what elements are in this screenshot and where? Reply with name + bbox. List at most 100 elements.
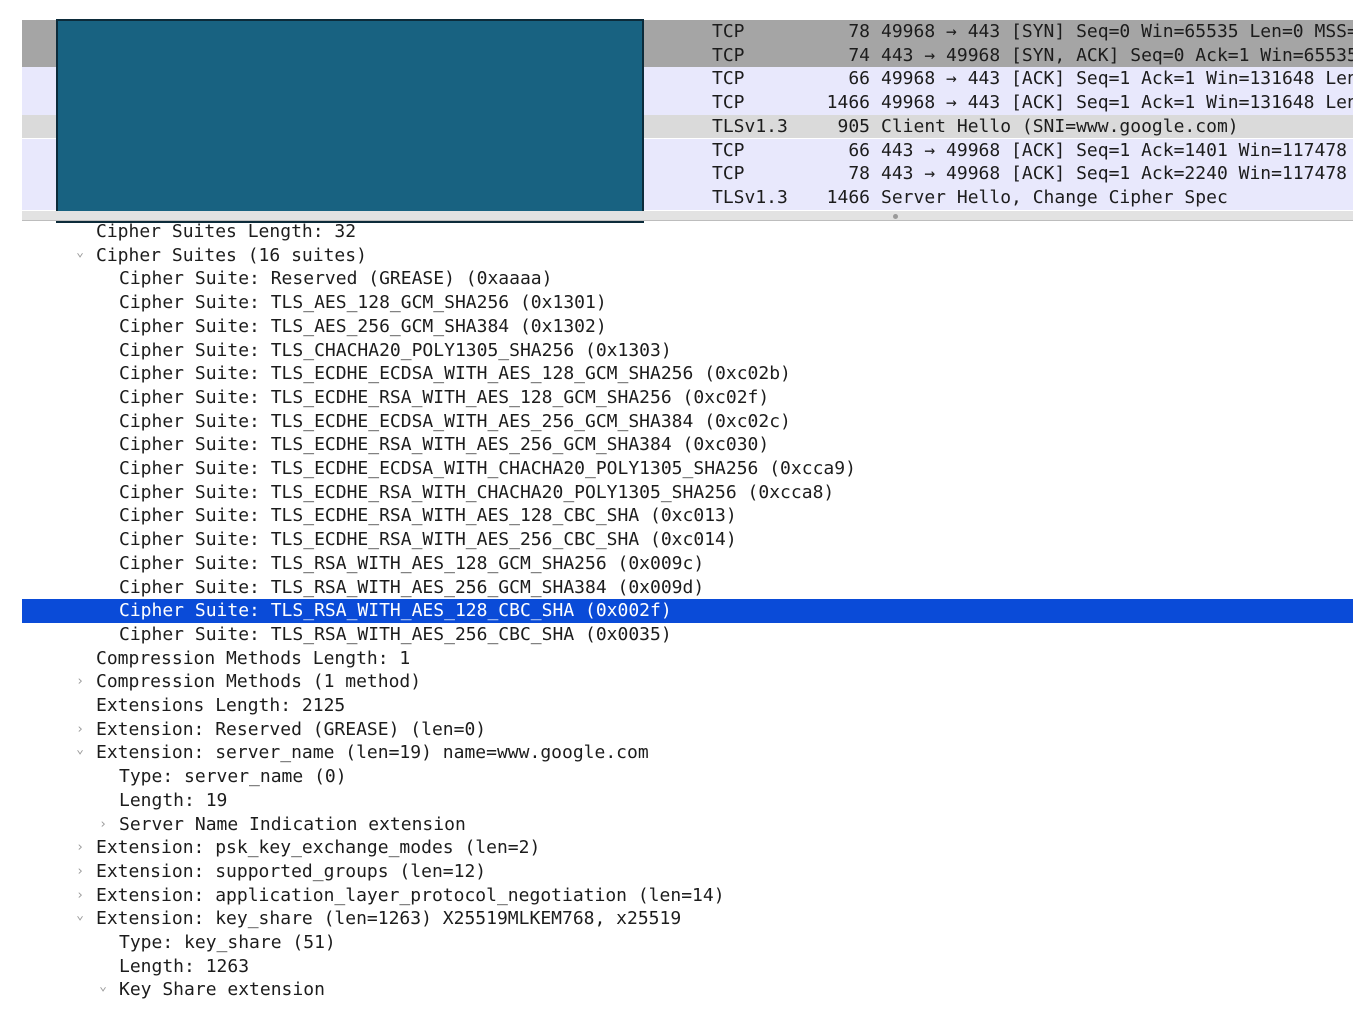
tree-row-label: Cipher Suite: TLS_ECDHE_ECDSA_WITH_CHACH… bbox=[119, 458, 856, 479]
packet-protocol: TLSv1.3 bbox=[712, 115, 788, 137]
tree-row[interactable]: Cipher Suite: TLS_ECDHE_RSA_WITH_AES_256… bbox=[22, 528, 1353, 552]
tree-row-label: Cipher Suite: TLS_ECDHE_RSA_WITH_AES_128… bbox=[119, 386, 770, 408]
tree-row-selected[interactable]: Cipher Suite: TLS_RSA_WITH_AES_128_CBC_S… bbox=[22, 599, 1353, 623]
tree-row[interactable]: Cipher Suite: TLS_ECDHE_ECDSA_WITH_AES_1… bbox=[22, 362, 1353, 386]
packet-info: 49968 → 443 [ACK] Seq=1 Ack=1 Win=131648… bbox=[881, 68, 1353, 90]
tree-row-label: Cipher Suites Length: 32 bbox=[96, 221, 357, 242]
tree-row[interactable]: Type: server_name (0) bbox=[22, 765, 1353, 789]
tree-row-label: Cipher Suite: TLS_RSA_WITH_AES_128_GCM_S… bbox=[119, 552, 705, 574]
chevron-down-icon[interactable]: ⌄ bbox=[73, 241, 87, 265]
packet-protocol: TCP bbox=[712, 68, 745, 90]
tree-row-label: Extension: Reserved (GREASE) (len=0) bbox=[96, 718, 487, 740]
chevron-down-icon[interactable]: ⌄ bbox=[73, 904, 87, 928]
tree-row-label: Cipher Suite: TLS_ECDHE_RSA_WITH_CHACHA2… bbox=[119, 481, 835, 503]
tree-row[interactable]: Cipher Suite: TLS_ECDHE_ECDSA_WITH_CHACH… bbox=[22, 457, 1353, 481]
packet-length: 66 bbox=[848, 139, 870, 161]
tree-row[interactable]: Type: key_share (51) bbox=[22, 931, 1353, 955]
packet-length: 1466 bbox=[826, 186, 870, 208]
tree-row-label: Key Share extension bbox=[119, 979, 325, 1001]
tree-row[interactable]: Cipher Suite: TLS_CHACHA20_POLY1305_SHA2… bbox=[22, 339, 1353, 363]
tree-row[interactable]: Cipher Suite: TLS_RSA_WITH_AES_256_CBC_S… bbox=[22, 623, 1353, 647]
tree-row-label: Cipher Suite: TLS_ECDHE_ECDSA_WITH_AES_2… bbox=[119, 410, 791, 432]
packet-info: 443 → 49968 [SYN, ACK] Seq=0 Ack=1 Win=6… bbox=[881, 44, 1353, 66]
packet-protocol: TLSv1.3 bbox=[712, 186, 788, 208]
tree-row-label: Extension: supported_groups (len=12) bbox=[96, 860, 487, 882]
tree-row-label: Length: 1263 bbox=[119, 955, 250, 977]
packet-protocol: TCP bbox=[712, 139, 745, 161]
tree-row-label: Extension: application_layer_protocol_ne… bbox=[96, 884, 725, 906]
packet-info: Client Hello (SNI=www.google.com) bbox=[881, 115, 1239, 137]
packet-length: 78 bbox=[848, 21, 870, 42]
tree-row[interactable]: Cipher Suite: TLS_RSA_WITH_AES_256_GCM_S… bbox=[22, 576, 1353, 600]
tree-row-label: Cipher Suite: TLS_AES_256_GCM_SHA384 (0x… bbox=[119, 315, 607, 337]
tree-row[interactable]: Cipher Suite: TLS_AES_128_GCM_SHA256 (0x… bbox=[22, 291, 1353, 315]
tree-row-label: Server Name Indication extension bbox=[119, 813, 466, 835]
packet-length: 905 bbox=[837, 115, 870, 137]
redacted-region bbox=[56, 19, 644, 223]
tree-row[interactable]: Length: 1263 bbox=[22, 955, 1353, 979]
tree-row[interactable]: Cipher Suites Length: 32 bbox=[22, 220, 1353, 244]
packet-details-pane[interactable]: Cipher Suites Length: 32 ⌄ Cipher Suites (… bbox=[22, 220, 1353, 1017]
tree-row-label: Extension: key_share (len=1263) X25519ML… bbox=[96, 908, 682, 930]
tree-row-label: Type: server_name (0) bbox=[119, 766, 347, 788]
tree-row[interactable]: Cipher Suite: TLS_AES_256_GCM_SHA384 (0x… bbox=[22, 315, 1353, 339]
tree-row[interactable]: Extensions Length: 2125 bbox=[22, 694, 1353, 718]
tree-row-label: Length: 19 bbox=[119, 789, 228, 811]
tree-row[interactable]: › Compression Methods (1 method) bbox=[22, 670, 1353, 694]
tree-row-label: Compression Methods Length: 1 bbox=[96, 647, 411, 669]
tree-row[interactable]: Cipher Suite: TLS_ECDHE_ECDSA_WITH_AES_2… bbox=[22, 410, 1353, 434]
tree-row-label: Cipher Suite: TLS_RSA_WITH_AES_256_CBC_S… bbox=[119, 623, 672, 645]
tree-row[interactable]: › Extension: Reserved (GREASE) (len=0) bbox=[22, 718, 1353, 742]
tree-row-label: Extension: psk_key_exchange_modes (len=2… bbox=[96, 837, 541, 859]
chevron-right-icon[interactable]: › bbox=[96, 813, 110, 837]
tree-row-label: Cipher Suite: TLS_ECDHE_ECDSA_WITH_AES_1… bbox=[119, 363, 791, 385]
tree-row-label: Compression Methods (1 method) bbox=[96, 671, 422, 693]
tree-row[interactable]: Cipher Suite: Reserved (GREASE) (0xaaaa) bbox=[22, 267, 1353, 291]
chevron-right-icon[interactable]: › bbox=[73, 860, 87, 884]
tree-row-label: Cipher Suite: TLS_RSA_WITH_AES_256_GCM_S… bbox=[119, 576, 705, 598]
packet-info: 443 → 49968 [ACK] Seq=1 Ack=1401 Win=117… bbox=[881, 139, 1347, 161]
packet-info: 443 → 49968 [ACK] Seq=1 Ack=2240 Win=117… bbox=[881, 163, 1347, 185]
tree-row-label: Cipher Suite: TLS_AES_128_GCM_SHA256 (0x… bbox=[119, 292, 607, 314]
packet-protocol: TCP bbox=[712, 163, 745, 185]
tree-row[interactable]: Cipher Suite: TLS_ECDHE_RSA_WITH_AES_128… bbox=[22, 386, 1353, 410]
tree-row[interactable]: › Extension: supported_groups (len=12) bbox=[22, 860, 1353, 884]
tree-row[interactable]: Cipher Suite: TLS_RSA_WITH_AES_128_GCM_S… bbox=[22, 552, 1353, 576]
tree-row[interactable]: Compression Methods Length: 1 bbox=[22, 647, 1353, 671]
packet-info: 49968 → 443 [ACK] Seq=1 Ack=1 Win=131648… bbox=[881, 92, 1353, 114]
tree-row[interactable]: Cipher Suite: TLS_ECDHE_RSA_WITH_AES_128… bbox=[22, 504, 1353, 528]
tree-row[interactable]: Length: 19 bbox=[22, 789, 1353, 813]
tree-row[interactable]: ⌄ Key Share extension bbox=[22, 978, 1353, 1002]
chevron-down-icon[interactable]: ⌄ bbox=[73, 738, 87, 762]
tree-row-label: Cipher Suite: TLS_ECDHE_RSA_WITH_AES_256… bbox=[119, 529, 737, 551]
packet-info: Server Hello, Change Cipher Spec bbox=[881, 186, 1228, 208]
packet-protocol: TCP bbox=[712, 21, 745, 42]
tree-row[interactable]: › Extension: application_layer_protocol_n… bbox=[22, 884, 1353, 908]
tree-row-label: Type: key_share (51) bbox=[119, 932, 336, 953]
packet-length: 74 bbox=[848, 44, 870, 66]
tree-row-label: Cipher Suite: TLS_ECDHE_RSA_WITH_AES_256… bbox=[119, 434, 770, 456]
chevron-right-icon[interactable]: › bbox=[73, 836, 87, 860]
tree-row-label: Cipher Suite: Reserved (GREASE) (0xaaaa) bbox=[119, 268, 553, 290]
tree-row[interactable]: Cipher Suite: TLS_ECDHE_RSA_WITH_CHACHA2… bbox=[22, 481, 1353, 505]
tree-row-label: Cipher Suite: TLS_ECDHE_RSA_WITH_AES_128… bbox=[119, 505, 737, 527]
tree-row[interactable]: ⌄ Extension: key_share (len=1263) X25519M… bbox=[22, 907, 1353, 931]
tree-row[interactable]: › Server Name Indication extension bbox=[22, 813, 1353, 837]
packet-length: 78 bbox=[848, 163, 870, 185]
packet-protocol: TCP bbox=[712, 92, 745, 114]
tree-row[interactable]: Cipher Suite: TLS_ECDHE_RSA_WITH_AES_256… bbox=[22, 433, 1353, 457]
tree-row-label: Extension: server_name (len=19) name=www… bbox=[96, 742, 649, 764]
tree-row[interactable]: ⌄ Cipher Suites (16 suites) bbox=[22, 244, 1353, 268]
tree-row-label: Cipher Suites (16 suites) bbox=[96, 244, 367, 266]
splitter-grip-icon[interactable] bbox=[893, 214, 898, 219]
tree-row-label: Cipher Suite: TLS_RSA_WITH_AES_128_CBC_S… bbox=[119, 600, 672, 622]
packet-length: 66 bbox=[848, 68, 870, 90]
tree-row[interactable]: ⌄ Extension: server_name (len=19) name=ww… bbox=[22, 741, 1353, 765]
tree-row-label: Cipher Suite: TLS_CHACHA20_POLY1305_SHA2… bbox=[119, 339, 672, 361]
packet-length: 1466 bbox=[826, 92, 870, 114]
packet-info: 49968 → 443 [SYN] Seq=0 Win=65535 Len=0 … bbox=[881, 21, 1353, 42]
packet-protocol: TCP bbox=[712, 44, 745, 66]
chevron-right-icon[interactable]: › bbox=[73, 670, 87, 694]
tree-row[interactable]: › Extension: psk_key_exchange_modes (len=… bbox=[22, 836, 1353, 860]
chevron-down-icon[interactable]: ⌄ bbox=[96, 975, 110, 999]
